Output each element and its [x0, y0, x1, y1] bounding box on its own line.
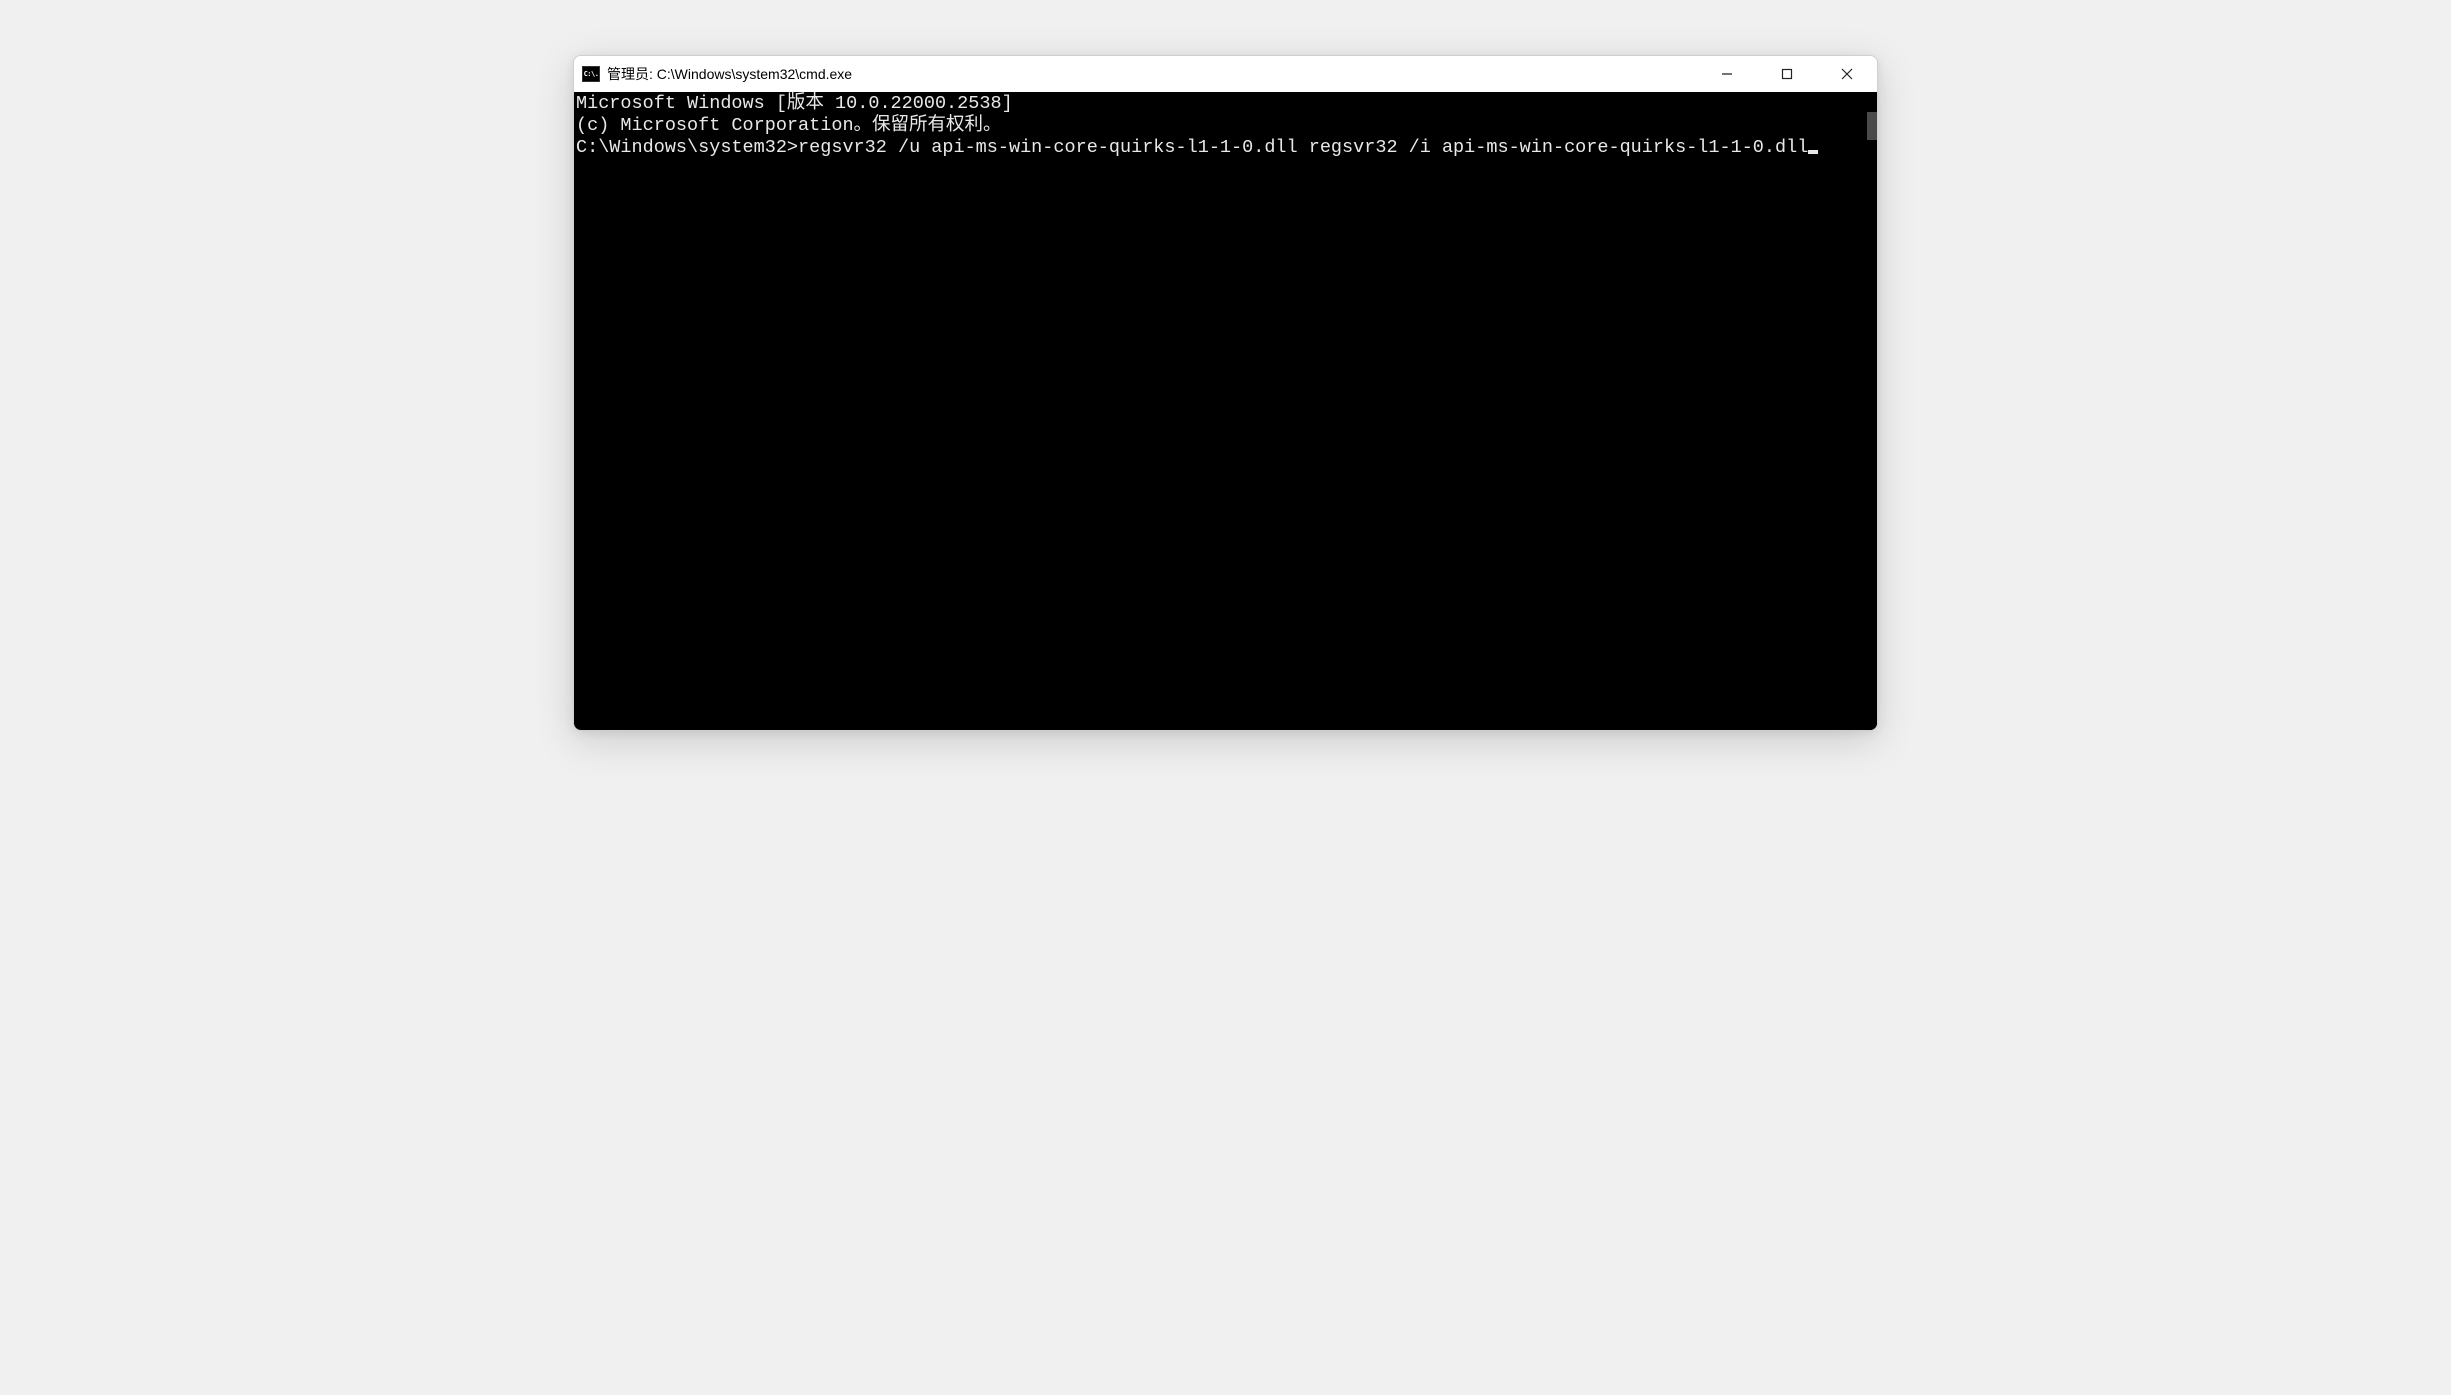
terminal-command-input[interactable]: regsvr32 /u api-ms-win-core-quirks-l1-1-…: [798, 137, 1808, 158]
terminal-content: Microsoft Windows [版本 10.0.22000.2538](c…: [574, 93, 1877, 159]
minimize-button[interactable]: [1697, 56, 1757, 92]
scrollbar-thumb[interactable]: [1867, 112, 1877, 140]
titlebar[interactable]: C:\. 管理员: C:\Windows\system32\cmd.exe: [574, 56, 1877, 92]
terminal-cursor: [1808, 150, 1818, 154]
maximize-icon: [1781, 68, 1793, 80]
close-button[interactable]: [1817, 56, 1877, 92]
close-icon: [1841, 68, 1853, 80]
terminal-output-line: (c) Microsoft Corporation。保留所有权利。: [576, 115, 1875, 137]
terminal-prompt-line: C:\Windows\system32>regsvr32 /u api-ms-w…: [576, 137, 1818, 158]
terminal-output-line: Microsoft Windows [版本 10.0.22000.2538]: [576, 93, 1875, 115]
terminal-area[interactable]: Microsoft Windows [版本 10.0.22000.2538](c…: [574, 92, 1877, 730]
cmd-window: C:\. 管理员: C:\Windows\system32\cmd.exe: [573, 55, 1878, 731]
minimize-icon: [1721, 68, 1733, 80]
app-icon-text: C:\.: [584, 70, 599, 78]
maximize-button[interactable]: [1757, 56, 1817, 92]
terminal-prompt: C:\Windows\system32>: [576, 137, 798, 158]
window-title: 管理员: C:\Windows\system32\cmd.exe: [607, 64, 1697, 84]
window-controls: [1697, 56, 1877, 92]
app-icon: C:\.: [582, 66, 600, 82]
scrollbar[interactable]: [1859, 92, 1877, 730]
